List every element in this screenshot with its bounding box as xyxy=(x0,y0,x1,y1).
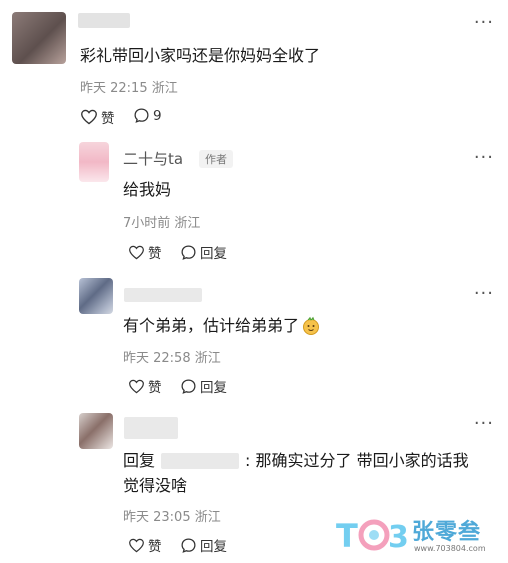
reply-label: 回复 xyxy=(200,246,227,262)
heart-icon xyxy=(129,538,144,552)
watermark-logo: T 3 xyxy=(336,517,409,555)
replier-name[interactable] xyxy=(124,288,202,302)
more-options-icon[interactable]: ··· xyxy=(474,413,494,434)
reply-button[interactable]: 回复 xyxy=(180,242,227,262)
reply-label: 回复 xyxy=(200,539,227,555)
reply-count-button[interactable]: 9 xyxy=(133,107,162,124)
replier-name[interactable] xyxy=(124,417,178,439)
reply-meta: 7小时前 浙江 xyxy=(123,216,201,231)
like-button[interactable]: 赞 xyxy=(128,376,162,396)
more-options-icon[interactable]: ··· xyxy=(474,283,494,304)
author-name[interactable]: 二十与ta xyxy=(123,148,183,169)
comment-meta: 昨天 22:15 浙江 xyxy=(80,81,178,96)
svg-text:3: 3 xyxy=(388,520,409,555)
like-button[interactable]: 赞 xyxy=(128,535,162,555)
watermark: T 3 张零叁 www.703804.com xyxy=(336,513,496,557)
commenter-name[interactable] xyxy=(78,13,130,28)
reply-text-body: 有个弟弟，估计给弟弟了 xyxy=(123,316,300,335)
reply-meta: 昨天 22:58 浙江 xyxy=(123,351,221,366)
heart-icon xyxy=(129,379,144,393)
reply-text: 给我妈 xyxy=(123,180,172,199)
reply-text-line2: 觉得没啥 xyxy=(123,476,188,495)
more-options-icon[interactable]: ··· xyxy=(474,147,494,168)
author-avatar[interactable] xyxy=(79,142,109,182)
reply-label: 回复 xyxy=(200,380,227,396)
chat-bubble-icon xyxy=(181,378,196,394)
mentioned-user-name[interactable] xyxy=(161,452,240,469)
like-label: 赞 xyxy=(148,246,162,262)
reply-prefix: 回复 xyxy=(123,451,156,470)
comment-text: 彩礼带回小家吗还是你妈妈全收了 xyxy=(80,46,321,65)
reply-text: 有个弟弟，估计给弟弟了 xyxy=(123,313,321,338)
like-label: 赞 xyxy=(148,380,162,396)
reply-text: 回复 : 那确实过分了 带回小家的话我 觉得没啥 xyxy=(123,448,495,498)
replier-avatar[interactable] xyxy=(79,278,113,314)
chat-bubble-icon xyxy=(181,244,196,260)
chat-bubble-icon xyxy=(181,537,196,553)
reply-text-line1: : 那确实过分了 带回小家的话我 xyxy=(245,451,469,470)
like-label: 赞 xyxy=(101,111,115,127)
emoji-icon xyxy=(303,316,320,335)
author-tag: 作者 xyxy=(199,150,233,168)
replier-avatar[interactable] xyxy=(79,413,113,449)
heart-icon xyxy=(129,245,144,259)
reply-button[interactable]: 回复 xyxy=(180,535,227,555)
commenter-avatar[interactable] xyxy=(12,12,66,64)
reply-count: 9 xyxy=(153,107,162,124)
svg-text:T: T xyxy=(336,517,358,555)
chat-bubble-icon xyxy=(134,108,149,123)
like-button[interactable]: 赞 xyxy=(128,242,162,262)
like-label: 赞 xyxy=(148,539,162,555)
reply-meta: 昨天 23:05 浙江 xyxy=(123,510,221,525)
reply-button[interactable]: 回复 xyxy=(180,376,227,396)
more-options-icon[interactable]: ··· xyxy=(474,12,494,33)
watermark-brand: 张零叁 xyxy=(412,520,482,545)
heart-icon xyxy=(81,109,97,125)
watermark-url: www.703804.com xyxy=(414,544,486,553)
like-button[interactable]: 赞 xyxy=(80,107,115,127)
